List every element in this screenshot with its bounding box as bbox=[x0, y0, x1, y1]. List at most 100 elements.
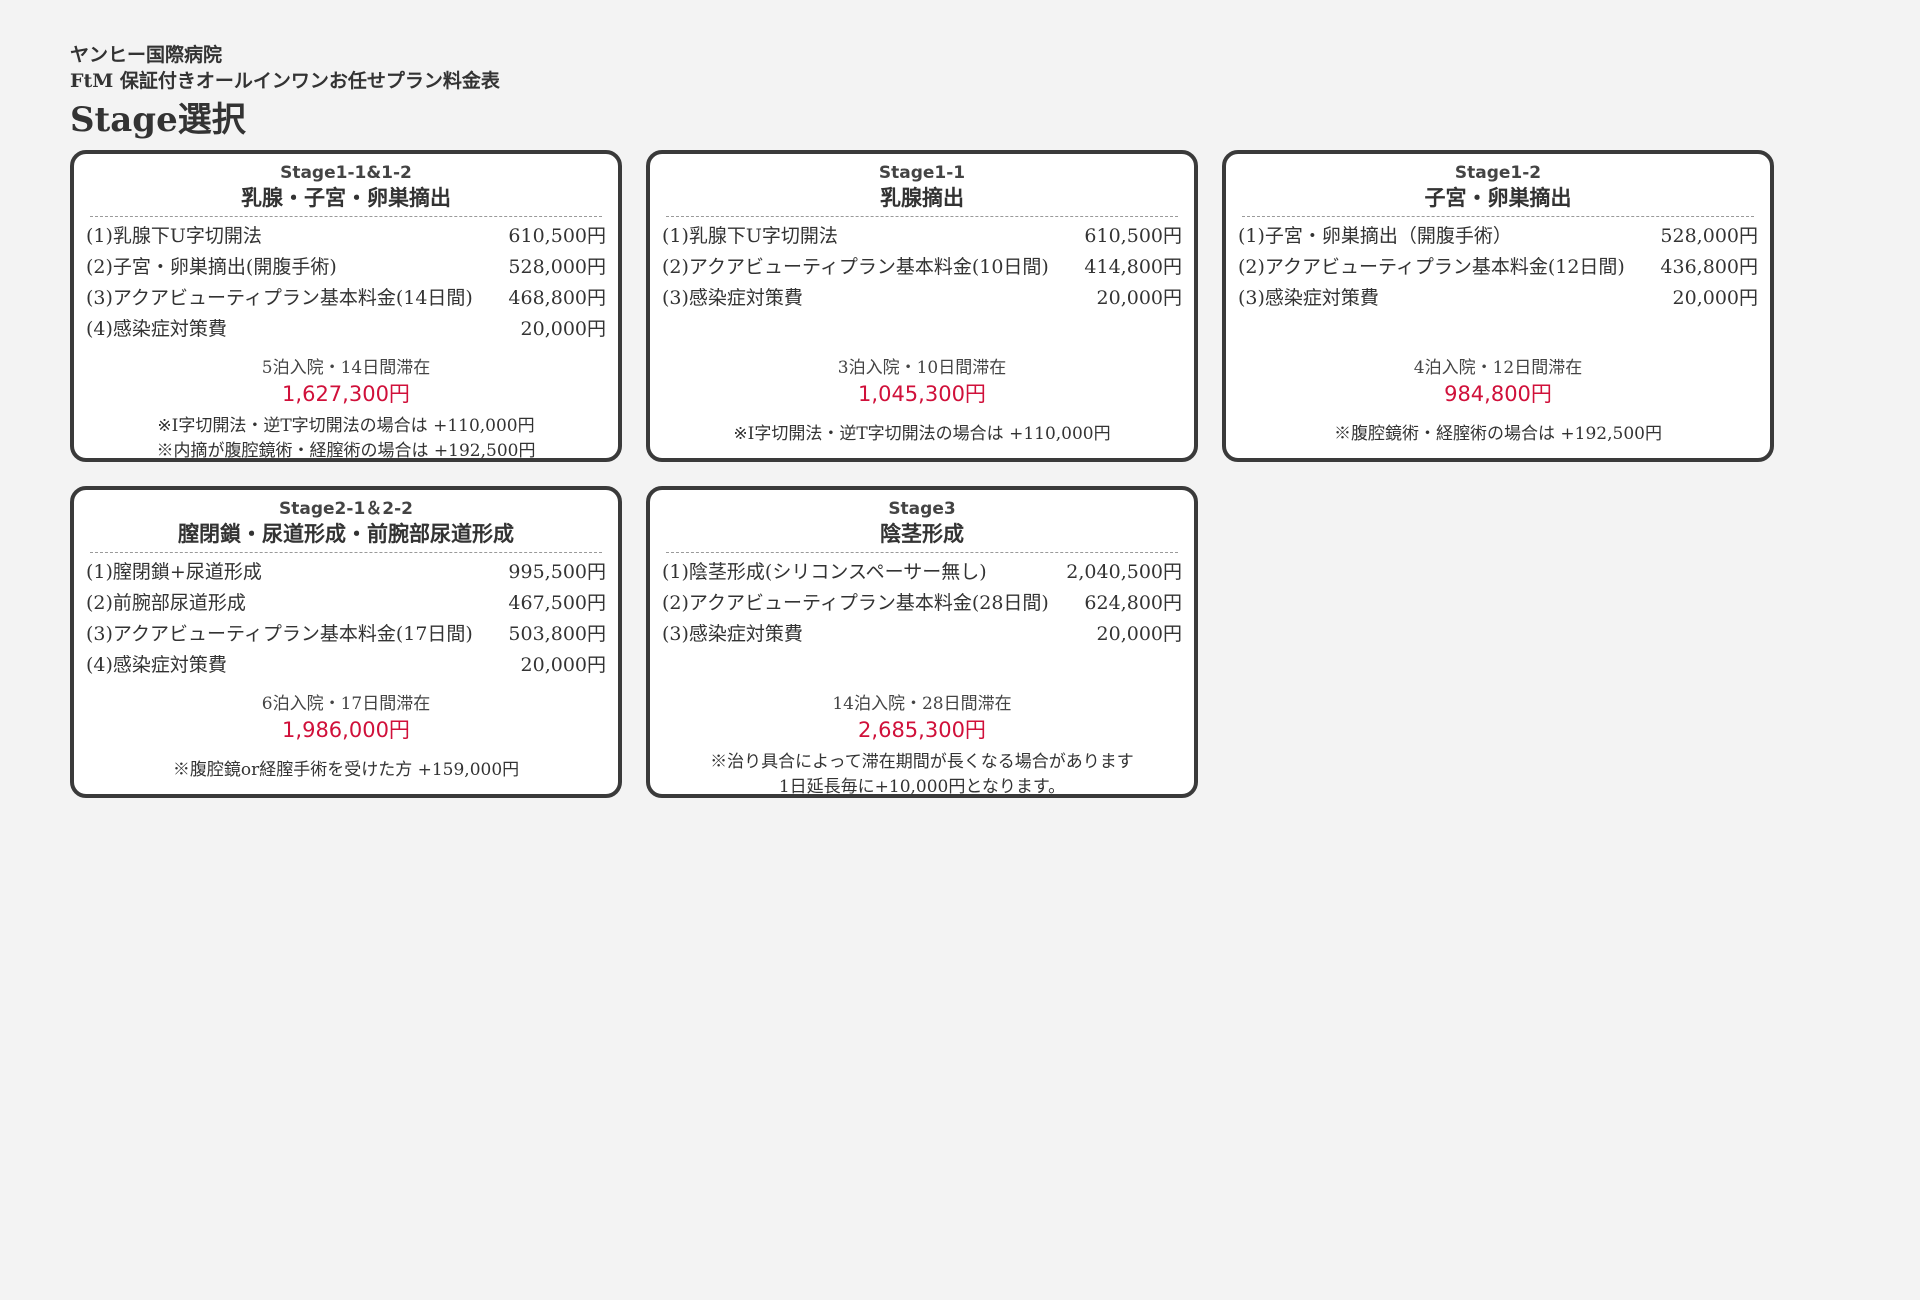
total-price: 984,800円 bbox=[1444, 382, 1552, 406]
price-item: (2)アクアビューティプラン基本料金(12日間) 436,800円 bbox=[1238, 252, 1758, 283]
dashed-divider bbox=[666, 216, 1178, 217]
price-item-list: (1)乳腺下U字切開法 610,500円 (2)アクアビューティプラン基本料金(10… bbox=[662, 221, 1182, 314]
price-item: (2)前腕部尿道形成 467,500円 bbox=[86, 588, 606, 619]
card-notes: ※治り具合によって滞在期間が長くなる場合があります 1日延長毎に+10,000円と… bbox=[662, 750, 1182, 800]
card-notes: ※I字切開法・逆T字切開法の場合は +110,000円 ※内摘が腹腔鏡術・経膣術の… bbox=[86, 414, 606, 464]
stay-duration: 3泊入院・10日間滞在 bbox=[837, 358, 1007, 378]
price-item: (3)感染症対策費 20,000円 bbox=[1238, 283, 1758, 314]
price-item-amount: 20,000円 bbox=[1672, 287, 1758, 309]
card-procedure-name: 乳腺摘出 bbox=[880, 186, 964, 210]
price-item: (3)アクアビューティプラン基本料金(14日間) 468,800円 bbox=[86, 283, 606, 314]
dashed-divider bbox=[666, 552, 1178, 553]
stage-card[interactable]: Stage1-2 子宮・卵巣摘出 (1)子宮・卵巣摘出（開腹手術） 528,000円(… bbox=[1222, 150, 1774, 462]
card-summary: 14泊入院・28日間滞在 2,685,300円 ※治り具合によって滞在期間が長くなる… bbox=[662, 692, 1182, 800]
stay-duration: 4泊入院・12日間滞在 bbox=[1413, 358, 1583, 378]
price-item-amount: 467,500円 bbox=[508, 592, 606, 614]
price-item-amount: 2,040,500円 bbox=[1066, 561, 1182, 583]
price-item: (3)感染症対策費 20,000円 bbox=[662, 283, 1182, 314]
price-item-list: (1)陰茎形成(シリコンスペーサー無し) 2,040,500円 (2)アクアビューテ… bbox=[662, 557, 1182, 650]
price-item-amount: 468,800円 bbox=[508, 287, 606, 309]
card-notes: ※I字切開法・逆T字切開法の場合は +110,000円 bbox=[662, 422, 1182, 447]
note-line: ※腹腔鏡or経膣手術を受けた方 +159,000円 bbox=[172, 760, 520, 780]
stage-card[interactable]: Stage2-1＆2-2 膣閉鎖・尿道形成・前腕部尿道形成 (1)膣閉鎖+尿道形成 9… bbox=[70, 486, 622, 798]
price-item-label: (3)感染症対策費 bbox=[662, 623, 803, 645]
total-price: 2,685,300円 bbox=[858, 718, 986, 742]
card-procedure-name: 陰茎形成 bbox=[880, 522, 964, 546]
price-item-label: (3)アクアビューティプラン基本料金(14日間) bbox=[86, 287, 473, 309]
price-item-amount: 610,500円 bbox=[1084, 225, 1182, 247]
price-item-amount: 414,800円 bbox=[1084, 256, 1182, 278]
price-item: (1)乳腺下U字切開法 610,500円 bbox=[86, 221, 606, 252]
card-notes: ※腹腔鏡or経膣手術を受けた方 +159,000円 bbox=[86, 758, 606, 783]
price-item-label: (1)乳腺下U字切開法 bbox=[86, 225, 262, 247]
card-summary: 6泊入院・17日間滞在 1,986,000円 ※腹腔鏡or経膣手術を受けた方 +15… bbox=[86, 692, 606, 783]
price-item-amount: 503,800円 bbox=[508, 623, 606, 645]
page-header: ヤンヒー国際病院 FtM 保証付きオールインワンお任せプラン料金表 Stage選… bbox=[70, 42, 500, 142]
note-line: ※治り具合によって滞在期間が長くなる場合があります bbox=[710, 752, 1134, 772]
dashed-divider bbox=[1242, 216, 1754, 217]
note-line: ※内摘が腹腔鏡術・経膣術の場合は +192,500円 bbox=[156, 441, 536, 461]
price-item-label: (2)アクアビューティプラン基本料金(10日間) bbox=[662, 256, 1049, 278]
price-item: (2)アクアビューティプラン基本料金(10日間) 414,800円 bbox=[662, 252, 1182, 283]
price-item: (3)アクアビューティプラン基本料金(17日間) 503,800円 bbox=[86, 619, 606, 650]
price-item: (2)子宮・卵巣摘出(開腹手術) 528,000円 bbox=[86, 252, 606, 283]
price-item-label: (2)子宮・卵巣摘出(開腹手術) bbox=[86, 256, 337, 278]
stay-duration: 6泊入院・17日間滞在 bbox=[261, 694, 431, 714]
price-item-amount: 528,000円 bbox=[1660, 225, 1758, 247]
price-item-amount: 436,800円 bbox=[1660, 256, 1758, 278]
stage-card[interactable]: Stage1-1&1-2 乳腺・子宮・卵巣摘出 (1)乳腺下U字切開法 610,500… bbox=[70, 150, 622, 462]
card-stage-label: Stage1-1 bbox=[878, 163, 966, 183]
total-price: 1,627,300円 bbox=[282, 382, 410, 406]
price-item: (1)陰茎形成(シリコンスペーサー無し) 2,040,500円 bbox=[662, 557, 1182, 588]
card-summary: 3泊入院・10日間滞在 1,045,300円 ※I字切開法・逆T字切開法の場合は +… bbox=[662, 356, 1182, 447]
price-item-list: (1)子宮・卵巣摘出（開腹手術） 528,000円 (2)アクアビューティプラン基本… bbox=[1238, 221, 1758, 314]
note-line: ※I字切開法・逆T字切開法の場合は +110,000円 bbox=[733, 424, 1111, 444]
price-item-amount: 995,500円 bbox=[508, 561, 606, 583]
price-item-label: (1)乳腺下U字切開法 bbox=[662, 225, 838, 247]
card-stage-label: Stage1-2 bbox=[1454, 163, 1542, 183]
card-summary: 4泊入院・12日間滞在 984,800円 ※腹腔鏡術・経膣術の場合は +192,50… bbox=[1238, 356, 1758, 447]
card-stage-label: Stage1-1&1-2 bbox=[280, 163, 412, 183]
card-procedure-name: 子宮・卵巣摘出 bbox=[1424, 186, 1572, 210]
stage-card[interactable]: Stage1-1 乳腺摘出 (1)乳腺下U字切開法 610,500円 (2)アクアビュー… bbox=[646, 150, 1198, 462]
price-item-amount: 20,000円 bbox=[520, 318, 606, 340]
price-item: (1)子宮・卵巣摘出（開腹手術） 528,000円 bbox=[1238, 221, 1758, 252]
price-item-label: (2)アクアビューティプラン基本料金(28日間) bbox=[662, 592, 1049, 614]
plan-title: FtM 保証付きオールインワンお任せプラン料金表 bbox=[70, 70, 500, 92]
price-table-page: ヤンヒー国際病院 FtM 保証付きオールインワンお任せプラン料金表 Stage選… bbox=[0, 0, 1920, 1300]
card-stage-label: Stage2-1＆2-2 bbox=[279, 499, 413, 519]
total-price: 1,045,300円 bbox=[858, 382, 986, 406]
price-item: (4)感染症対策費 20,000円 bbox=[86, 314, 606, 345]
section-title: Stage選択 bbox=[70, 100, 246, 140]
price-item: (3)感染症対策費 20,000円 bbox=[662, 619, 1182, 650]
price-item: (1)乳腺下U字切開法 610,500円 bbox=[662, 221, 1182, 252]
price-item-label: (2)アクアビューティプラン基本料金(12日間) bbox=[1238, 256, 1625, 278]
price-item: (4)感染症対策費 20,000円 bbox=[86, 650, 606, 681]
price-item-amount: 20,000円 bbox=[1096, 623, 1182, 645]
price-item-label: (1)膣閉鎖+尿道形成 bbox=[86, 561, 262, 583]
price-item-label: (1)子宮・卵巣摘出（開腹手術） bbox=[1238, 225, 1512, 247]
card-procedure-name: 乳腺・子宮・卵巣摘出 bbox=[241, 186, 451, 210]
stay-duration: 5泊入院・14日間滞在 bbox=[261, 358, 431, 378]
hospital-name: ヤンヒー国際病院 bbox=[70, 44, 223, 66]
price-item-amount: 20,000円 bbox=[1096, 287, 1182, 309]
price-item-list: (1)膣閉鎖+尿道形成 995,500円 (2)前腕部尿道形成 467,500円 (3)… bbox=[86, 557, 606, 681]
price-item-amount: 624,800円 bbox=[1084, 592, 1182, 614]
stay-duration: 14泊入院・28日間滞在 bbox=[832, 694, 1012, 714]
card-procedure-name: 膣閉鎖・尿道形成・前腕部尿道形成 bbox=[178, 522, 514, 546]
total-price: 1,986,000円 bbox=[282, 718, 410, 742]
dashed-divider bbox=[90, 552, 602, 553]
note-line: ※I字切開法・逆T字切開法の場合は +110,000円 bbox=[157, 416, 535, 436]
card-notes: ※腹腔鏡術・経膣術の場合は +192,500円 bbox=[1238, 422, 1758, 447]
dashed-divider bbox=[90, 216, 602, 217]
price-item-label: (3)アクアビューティプラン基本料金(17日間) bbox=[86, 623, 473, 645]
card-stage-label: Stage3 bbox=[888, 499, 956, 519]
price-item-label: (2)前腕部尿道形成 bbox=[86, 592, 246, 614]
stage-card[interactable]: Stage3 陰茎形成 (1)陰茎形成(シリコンスペーサー無し) 2,040,500円… bbox=[646, 486, 1198, 798]
note-line: 1日延長毎に+10,000円となります。 bbox=[778, 777, 1066, 797]
price-item-list: (1)乳腺下U字切開法 610,500円 (2)子宮・卵巣摘出(開腹手術) 528,0… bbox=[86, 221, 606, 345]
price-item: (1)膣閉鎖+尿道形成 995,500円 bbox=[86, 557, 606, 588]
price-item-amount: 610,500円 bbox=[508, 225, 606, 247]
price-item-label: (3)感染症対策費 bbox=[1238, 287, 1379, 309]
price-item-label: (4)感染症対策費 bbox=[86, 318, 227, 340]
